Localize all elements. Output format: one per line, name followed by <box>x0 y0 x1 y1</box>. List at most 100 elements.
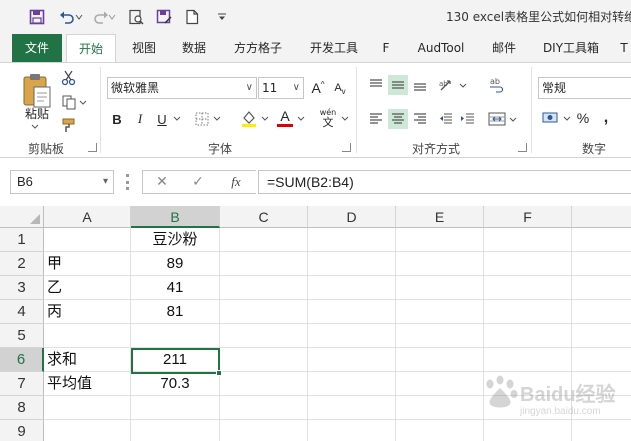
row-header[interactable]: 9 <box>0 420 44 441</box>
row-header[interactable]: 1 <box>0 228 44 252</box>
underline-button[interactable]: U <box>153 109 171 129</box>
column-header-e[interactable]: E <box>396 206 484 228</box>
copy-dropdown-icon[interactable] <box>78 97 88 107</box>
customize-qat-icon[interactable] <box>211 6 233 28</box>
merge-center-icon[interactable] <box>486 109 508 129</box>
cell-a9[interactable] <box>44 420 131 441</box>
number-format-select[interactable]: 常规 <box>538 77 631 99</box>
cell-b7[interactable]: 70.3 <box>131 372 220 396</box>
row-header[interactable]: 2 <box>0 252 44 276</box>
row-header[interactable]: 3 <box>0 276 44 300</box>
fill-handle[interactable] <box>216 370 222 376</box>
underline-dropdown-icon[interactable] <box>172 113 182 123</box>
column-header-b[interactable]: B <box>131 206 220 228</box>
cell-b8[interactable] <box>131 396 220 420</box>
borders-icon[interactable] <box>192 109 212 129</box>
select-all-button[interactable] <box>0 206 44 228</box>
print-preview-icon[interactable] <box>125 6 147 28</box>
align-center-icon[interactable] <box>388 109 408 129</box>
phonetic-guide-button[interactable]: wén 文 <box>316 105 340 131</box>
tab-ffcell[interactable]: 方方格子 <box>226 34 290 62</box>
bold-button[interactable]: B <box>108 109 126 129</box>
cell-b3[interactable]: 41 <box>131 276 220 300</box>
cell-a5[interactable] <box>44 324 131 348</box>
font-size-select[interactable]: 11 ∨ <box>258 77 304 99</box>
cell-a2[interactable]: 甲 <box>44 252 131 276</box>
formula-input[interactable]: =SUM(B2:B4) <box>258 170 631 194</box>
paste-button[interactable]: 粘贴 <box>18 105 56 121</box>
cell-a3[interactable]: 乙 <box>44 276 131 300</box>
orientation-icon[interactable]: ab <box>436 75 458 95</box>
accounting-dropdown-icon[interactable] <box>562 113 572 123</box>
align-left-icon[interactable] <box>366 109 386 129</box>
increase-indent-icon[interactable] <box>458 109 478 129</box>
row-header-selected[interactable]: 6 <box>0 348 44 372</box>
cell-b1[interactable]: 豆沙粉 <box>131 228 220 252</box>
accounting-format-icon[interactable] <box>540 107 562 129</box>
column-header-d[interactable]: D <box>308 206 396 228</box>
new-document-icon[interactable] <box>181 6 203 28</box>
save-icon[interactable] <box>26 6 48 28</box>
cell-a7[interactable]: 平均值 <box>44 372 131 396</box>
tab-diy-toolbox[interactable]: DIY工具箱 <box>536 34 606 62</box>
undo-dropdown-icon[interactable] <box>74 6 84 28</box>
orientation-dropdown-icon[interactable] <box>458 80 468 90</box>
column-header-a[interactable]: A <box>44 206 131 228</box>
align-middle-icon[interactable] <box>388 75 408 95</box>
align-top-icon[interactable] <box>366 75 386 95</box>
fill-color-dropdown-icon[interactable] <box>260 113 270 123</box>
row-header[interactable]: 4 <box>0 300 44 324</box>
format-painter-icon[interactable] <box>60 116 78 134</box>
row-header[interactable]: 7 <box>0 372 44 396</box>
paste-dropdown-icon[interactable] <box>20 121 50 131</box>
redo-dropdown-icon[interactable] <box>107 6 117 28</box>
column-header-f[interactable]: F <box>484 206 572 228</box>
copy-icon[interactable] <box>60 93 78 111</box>
cell-b5[interactable] <box>131 324 220 348</box>
tab-t[interactable]: T <box>618 34 630 62</box>
tab-home[interactable]: 开始 <box>66 34 116 63</box>
font-name-select[interactable]: 微软雅黑 ∨ <box>107 77 257 99</box>
phonetic-dropdown-icon[interactable] <box>340 113 350 123</box>
cancel-button[interactable]: ✕ <box>152 172 172 192</box>
cell-a8[interactable] <box>44 396 131 420</box>
cell-b2[interactable]: 89 <box>131 252 220 276</box>
cell-a6[interactable]: 求和 <box>44 348 131 372</box>
drag-handle-icon[interactable] <box>126 174 129 190</box>
tab-view[interactable]: 视图 <box>124 34 164 62</box>
borders-dropdown-icon[interactable] <box>212 113 222 123</box>
row-header[interactable]: 8 <box>0 396 44 420</box>
column-header-c[interactable]: C <box>220 206 308 228</box>
align-bottom-icon[interactable] <box>410 75 430 95</box>
comma-style-button[interactable]: , <box>598 108 614 128</box>
italic-button[interactable]: I <box>131 109 149 129</box>
tab-file[interactable]: 文件 <box>12 34 62 62</box>
name-box[interactable]: B6 ▾ <box>10 170 114 194</box>
fill-color-icon[interactable] <box>238 107 260 129</box>
clipboard-launcher-icon[interactable] <box>88 143 97 152</box>
tab-mailings[interactable]: 邮件 <box>484 34 524 62</box>
row-header[interactable]: 5 <box>0 324 44 348</box>
font-color-button[interactable]: A <box>274 107 296 129</box>
save-as-icon[interactable] <box>153 6 175 28</box>
alignment-launcher-icon[interactable] <box>518 143 527 152</box>
tab-data[interactable]: 数据 <box>174 34 214 62</box>
shrink-font-button[interactable]: Av <box>330 77 350 99</box>
font-color-dropdown-icon[interactable] <box>296 113 306 123</box>
percent-button[interactable]: % <box>574 108 592 128</box>
tab-developer[interactable]: 开发工具 <box>302 34 366 62</box>
font-launcher-icon[interactable] <box>342 143 351 152</box>
cut-icon[interactable] <box>60 69 78 87</box>
insert-function-button[interactable]: fx <box>224 172 248 192</box>
cell-a1[interactable] <box>44 228 131 252</box>
merge-dropdown-icon[interactable] <box>508 114 518 124</box>
tab-f[interactable]: F <box>378 34 394 62</box>
grow-font-button[interactable]: A ^ <box>308 77 328 99</box>
decrease-indent-icon[interactable] <box>436 109 456 129</box>
cell-a4[interactable]: 丙 <box>44 300 131 324</box>
column-header-g[interactable] <box>572 206 631 228</box>
tab-audtool[interactable]: AudTool <box>410 34 472 62</box>
align-right-icon[interactable] <box>410 109 430 129</box>
cell-b4[interactable]: 81 <box>131 300 220 324</box>
cell-b9[interactable] <box>131 420 220 441</box>
